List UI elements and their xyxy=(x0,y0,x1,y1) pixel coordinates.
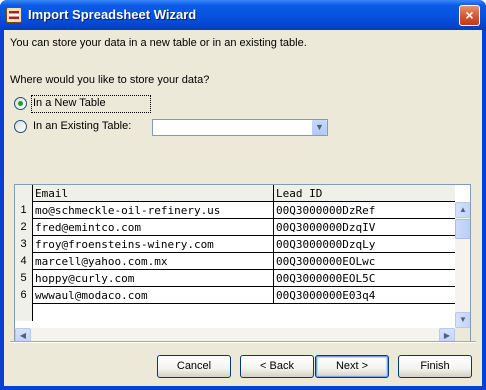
existing-table-radio[interactable] xyxy=(14,120,27,133)
table-row[interactable]: 6 wwwaul@modaco.com 00Q3000000E03q4 xyxy=(15,287,455,304)
email-cell: fred@emintco.com xyxy=(33,219,274,236)
scroll-left-icon[interactable]: ◀ xyxy=(15,328,31,341)
spreadsheet-app-icon xyxy=(6,7,22,23)
new-table-label[interactable]: In a New Table xyxy=(33,97,106,109)
table-row[interactable]: 2 fred@emintco.com 00Q3000000DzqIV xyxy=(15,219,455,236)
grid-corner-cell xyxy=(15,185,33,202)
scroll-right-icon[interactable]: ▶ xyxy=(439,328,455,341)
table-row[interactable]: 4 marcell@yahoo.com.mx 00Q3000000EOLwc xyxy=(15,253,455,270)
row-number: 5 xyxy=(15,270,33,287)
chevron-down-icon[interactable]: ▼ xyxy=(311,120,327,135)
vertical-scroll-thumb[interactable] xyxy=(455,219,470,239)
back-button[interactable]: < Back xyxy=(240,355,314,378)
existing-table-combo[interactable]: ▼ xyxy=(152,119,328,136)
email-cell: hoppy@curly.com xyxy=(33,270,274,287)
lead-id-cell: 00Q3000000DzqIV xyxy=(276,221,376,234)
partial-table-row xyxy=(15,304,455,321)
column-header-email[interactable]: Email xyxy=(33,185,274,202)
row-number: 6 xyxy=(15,287,33,304)
wizard-window: Import Spreadsheet Wizard × You can stor… xyxy=(0,0,486,390)
close-button[interactable]: × xyxy=(459,5,480,26)
finish-button[interactable]: Finish xyxy=(398,355,472,378)
intro-text: You can store your data in a new table o… xyxy=(10,37,307,49)
row-number: 3 xyxy=(15,236,33,253)
email-cell: marcell@yahoo.com.mx xyxy=(33,253,274,270)
lead-id-cell: 00Q3000000DzRef xyxy=(276,204,376,217)
email-cell: wwwaul@modaco.com xyxy=(33,287,274,304)
email-cell: mo@schmeckle-oil-refinery.us xyxy=(33,202,274,219)
vertical-scrollbar[interactable]: ▲ ▼ xyxy=(455,202,470,328)
question-text: Where would you like to store your data? xyxy=(10,74,210,86)
preview-grid[interactable]: Email Lead ID 1 mo@schmeckle-oil-refiner… xyxy=(14,184,471,342)
table-row[interactable]: 3 froy@froensteins-winery.com 00Q3000000… xyxy=(15,236,455,253)
row-number: 2 xyxy=(15,219,33,236)
lead-id-cell: 00Q3000000E03q4 xyxy=(276,289,376,302)
lead-id-cell: 00Q3000000EOL5C xyxy=(276,272,376,285)
email-cell: froy@froensteins-winery.com xyxy=(33,236,274,253)
horizontal-scrollbar[interactable]: ◀ ▶ xyxy=(15,328,455,341)
existing-table-label[interactable]: In an Existing Table: xyxy=(33,120,131,132)
scroll-up-icon[interactable]: ▲ xyxy=(455,202,470,218)
lead-id-cell: 00Q3000000DzqLy xyxy=(276,238,376,251)
cancel-button[interactable]: Cancel xyxy=(157,355,231,378)
row-number-partial xyxy=(15,304,33,321)
row-number: 1 xyxy=(15,202,33,219)
grid-header: Email Lead ID xyxy=(15,185,455,202)
title-bar[interactable]: Import Spreadsheet Wizard × xyxy=(0,0,486,30)
lead-id-cell: 00Q3000000EOLwc xyxy=(276,255,376,268)
table-row[interactable]: 1 mo@schmeckle-oil-refinery.us 00Q300000… xyxy=(15,202,455,219)
row-number: 4 xyxy=(15,253,33,270)
next-button[interactable]: Next > xyxy=(315,355,389,378)
divider xyxy=(10,341,476,343)
window-title: Import Spreadsheet Wizard xyxy=(28,7,197,22)
table-row[interactable]: 5 hoppy@curly.com 00Q3000000EOL5C xyxy=(15,270,455,287)
column-header-lead-id[interactable]: Lead ID xyxy=(274,185,455,202)
scrollbar-corner xyxy=(455,328,470,341)
new-table-radio[interactable] xyxy=(14,97,27,110)
dialog-body: You can store your data in a new table o… xyxy=(4,30,482,386)
scroll-down-icon[interactable]: ▼ xyxy=(455,312,470,328)
